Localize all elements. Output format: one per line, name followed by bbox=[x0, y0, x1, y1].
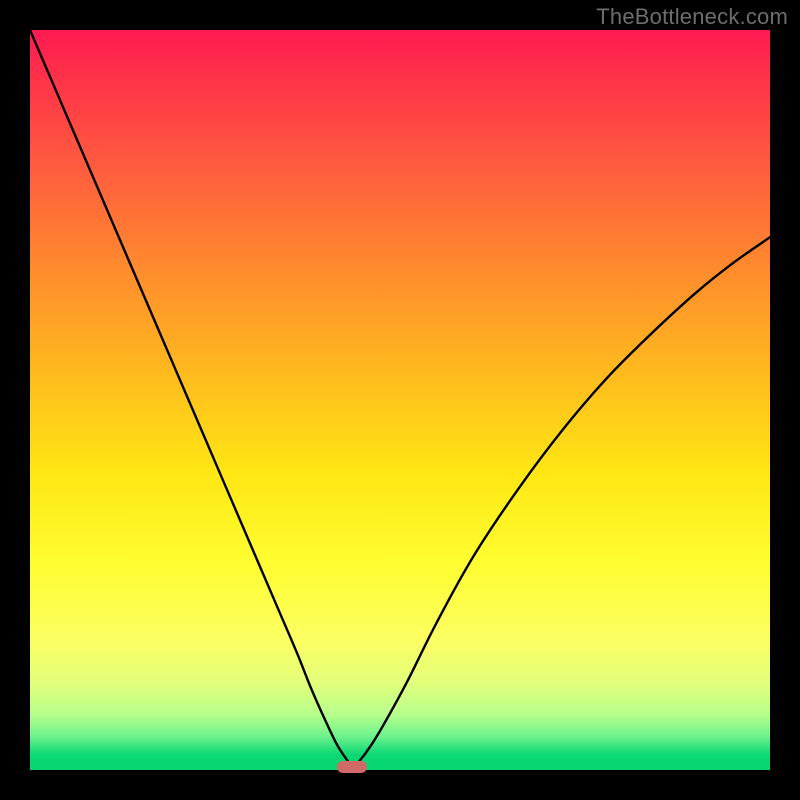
chart-frame: TheBottleneck.com bbox=[0, 0, 800, 800]
watermark-text: TheBottleneck.com bbox=[596, 4, 788, 30]
bottleneck-curve bbox=[30, 30, 770, 770]
curve-right-branch bbox=[352, 237, 770, 768]
curve-left-branch bbox=[30, 30, 352, 768]
optimum-marker bbox=[337, 761, 367, 773]
plot-area bbox=[30, 30, 770, 770]
